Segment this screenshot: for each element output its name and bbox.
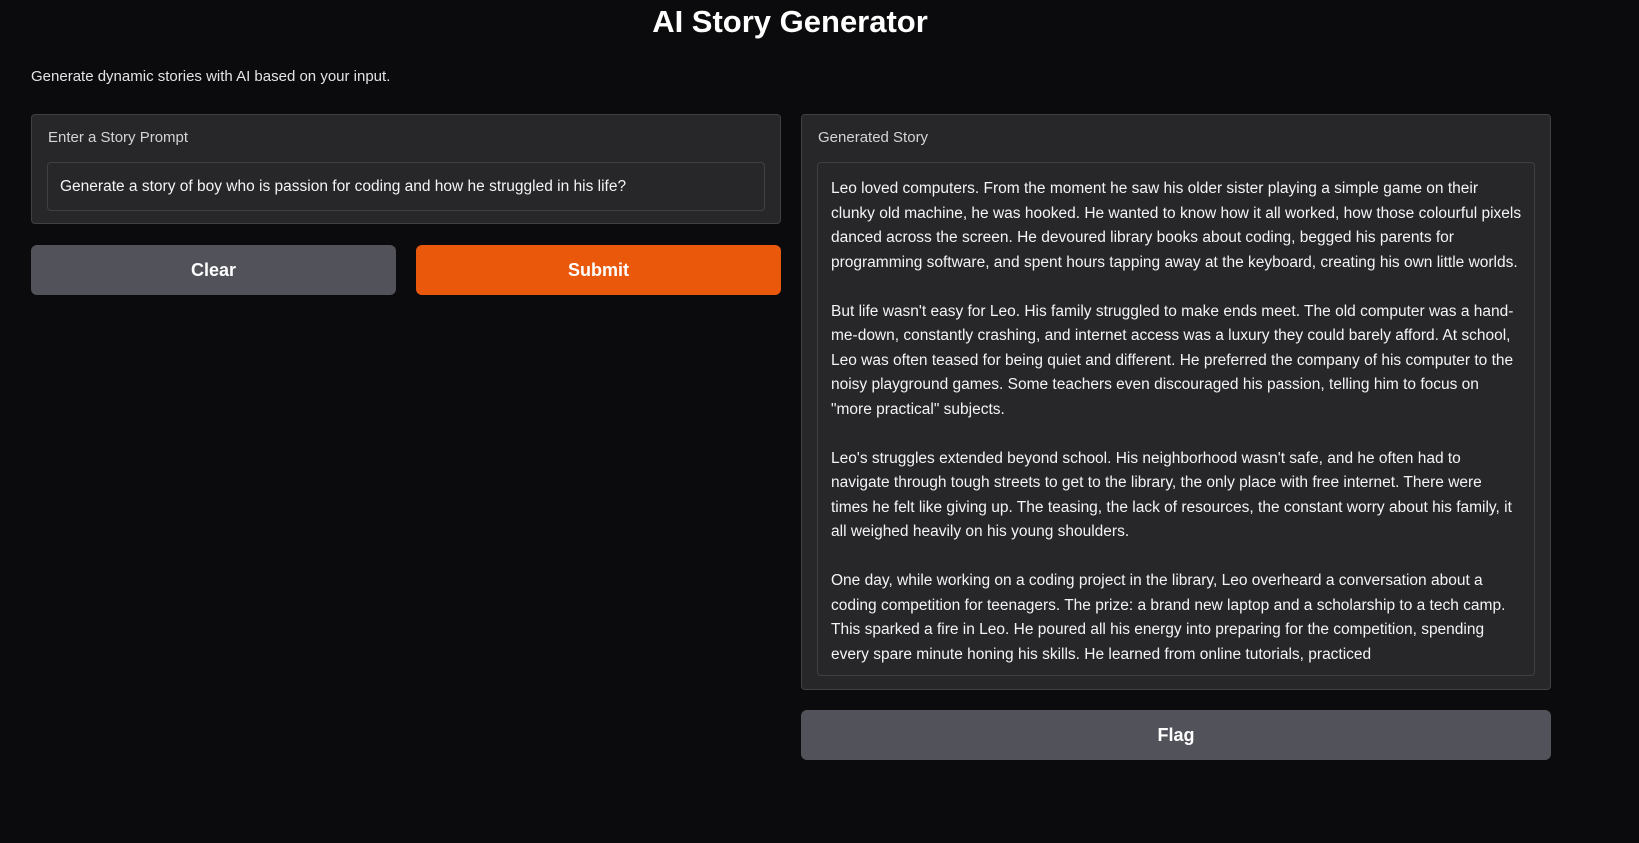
output-panel: Generated Story Leo loved computers. Fro… <box>801 114 1551 690</box>
story-paragraph: Leo loved computers. From the moment he … <box>831 180 1522 271</box>
prompt-panel: Enter a Story Prompt <box>31 114 781 224</box>
generated-story-textbox[interactable]: Leo loved computers. From the moment he … <box>817 162 1535 676</box>
page-title: AI Story Generator <box>652 4 928 39</box>
flag-button[interactable]: Flag <box>801 710 1551 760</box>
story-paragraph: One day, while working on a coding proje… <box>831 572 1506 663</box>
submit-button[interactable]: Submit <box>416 245 781 295</box>
story-paragraph: But life wasn't easy for Leo. His family… <box>831 302 1514 418</box>
clear-button[interactable]: Clear <box>31 245 396 295</box>
page-description: Generate dynamic stories with AI based o… <box>31 68 391 85</box>
prompt-label: Enter a Story Prompt <box>48 129 189 146</box>
output-label: Generated Story <box>818 129 929 146</box>
app-root: AI Story Generator Generate dynamic stor… <box>0 0 1639 843</box>
story-prompt-input[interactable] <box>47 162 765 211</box>
story-paragraph: Leo's struggles extended beyond school. … <box>831 449 1512 541</box>
